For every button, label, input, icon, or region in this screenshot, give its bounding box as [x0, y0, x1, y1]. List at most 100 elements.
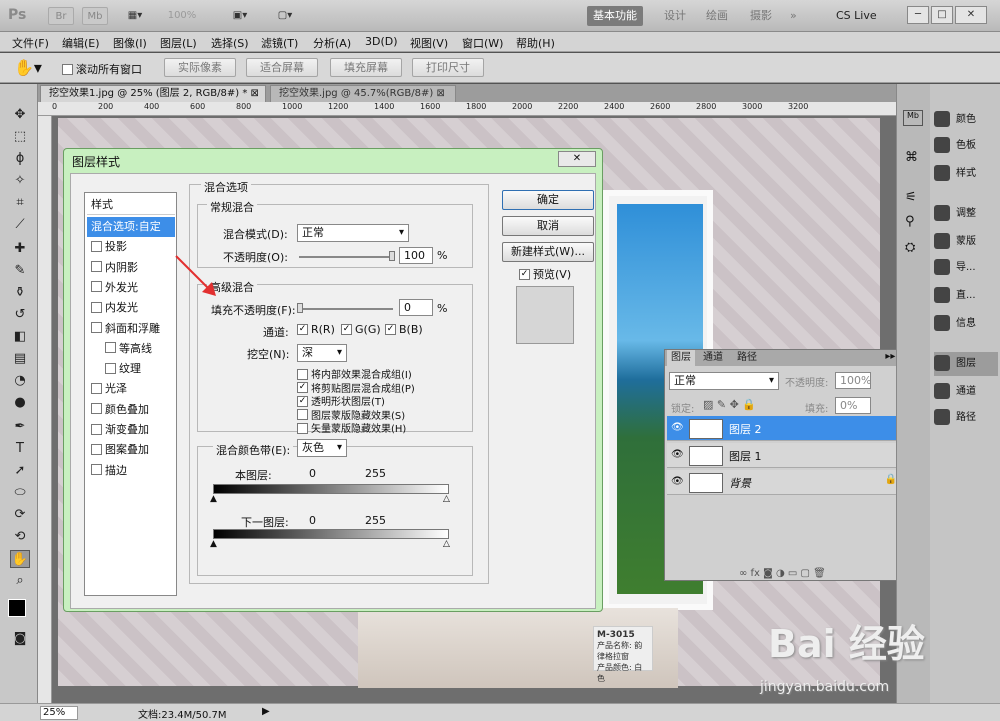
3d-orbit-icon[interactable]: ⟲ — [10, 528, 30, 546]
style-checkbox[interactable] — [91, 443, 102, 455]
history-brush-icon[interactable]: ↺ — [10, 306, 30, 324]
layer-row[interactable]: 👁 图层 1 — [667, 443, 911, 468]
channel-r-checkbox[interactable]: ✓ R(R) — [297, 323, 335, 336]
channel-b-checkbox[interactable]: ✓ B(B) — [385, 323, 423, 336]
style-item[interactable]: 投影 — [87, 237, 175, 257]
layer-opacity-input[interactable]: 100% — [835, 372, 871, 389]
quick-select-tool-icon[interactable]: ✧ — [10, 172, 30, 190]
menu-window[interactable]: 窗口(W) — [462, 35, 503, 51]
fill-opacity-input[interactable]: 0 — [399, 299, 433, 316]
tool-presets-icon[interactable]: ⛭ — [905, 240, 915, 255]
style-item[interactable]: 斜面和浮雕 — [87, 319, 175, 339]
workspace-photography[interactable]: 摄影 — [744, 6, 778, 26]
maximize-button[interactable]: □ — [931, 6, 953, 24]
style-checkbox[interactable] — [91, 240, 102, 252]
fit-screen-button[interactable]: 适合屏幕 — [246, 58, 318, 77]
blur-tool-icon[interactable]: ◔ — [10, 372, 30, 390]
style-checkbox[interactable] — [105, 342, 116, 354]
gradient-tool-icon[interactable]: ▤ — [10, 350, 30, 368]
tab-channels[interactable]: 通道 — [699, 350, 727, 366]
style-checkbox[interactable] — [91, 301, 102, 313]
style-item[interactable]: 渐变叠加 — [87, 420, 175, 440]
style-item[interactable]: 描边 — [87, 461, 175, 481]
preview-checkbox[interactable]: ✓ 预览(V) — [519, 266, 571, 282]
panel-item[interactable]: 直... — [934, 284, 998, 308]
style-checkbox[interactable] — [91, 423, 102, 435]
foreground-color-swatch[interactable] — [8, 599, 26, 617]
zoom-tool-icon[interactable]: ⌕ — [10, 572, 30, 590]
minimize-button[interactable]: ─ — [907, 6, 929, 24]
layers-footer-icons[interactable]: ∞ fx ◙ ◑ ▭ ▢ 🗑 — [739, 568, 826, 579]
bridge-button[interactable]: Br — [48, 7, 74, 25]
panel-item[interactable]: 调整 — [934, 202, 998, 226]
style-checkbox[interactable] — [105, 362, 116, 374]
menu-analysis[interactable]: 分析(A) — [313, 35, 351, 51]
hand-tool-icon[interactable]: ✋▾ — [14, 58, 42, 77]
clone-source-icon[interactable]: ⚲ — [905, 214, 915, 229]
cs-live-button[interactable]: CS Live — [830, 6, 883, 26]
move-tool-icon[interactable]: ✥ — [10, 106, 30, 124]
style-item[interactable]: 外发光 — [87, 278, 175, 298]
menu-filter[interactable]: 滤镜(T) — [261, 35, 298, 51]
zoom-level[interactable]: 100% — [162, 7, 202, 25]
ok-button[interactable]: 确定 — [502, 190, 594, 210]
minibridge-button[interactable]: Mb — [82, 7, 108, 25]
menu-file[interactable]: 文件(F) — [12, 35, 49, 51]
view-extras-icon[interactable]: ▦▾ — [120, 7, 150, 25]
menu-view[interactable]: 视图(V) — [410, 35, 448, 51]
crop-tool-icon[interactable]: ⌗ — [10, 194, 30, 212]
lasso-tool-icon[interactable]: ϕ — [10, 150, 30, 168]
opacity-input[interactable]: 100 — [399, 247, 433, 264]
workspace-more[interactable]: » — [784, 6, 803, 26]
lock-icons[interactable]: ▨ ✎ ✥ 🔒 — [703, 398, 756, 411]
underlying-gradient[interactable] — [213, 529, 449, 539]
this-layer-black-slider[interactable]: ▲ — [210, 494, 217, 504]
menu-select[interactable]: 选择(S) — [211, 35, 249, 51]
layer-fill-input[interactable]: 0% — [835, 397, 871, 414]
menu-help[interactable]: 帮助(H) — [516, 35, 555, 51]
eye-icon[interactable]: 👁 — [671, 422, 684, 434]
style-checkbox[interactable] — [91, 322, 102, 333]
scroll-all-windows-checkbox[interactable]: 滚动所有窗口 — [62, 61, 142, 77]
panel-item[interactable]: 色板 — [934, 134, 998, 158]
screen-mode-icon[interactable]: ▢▾ — [270, 7, 300, 25]
panel-item[interactable]: 蒙版 — [934, 230, 998, 254]
style-item[interactable]: 颜色叠加 — [87, 400, 175, 420]
panel-item[interactable]: 导... — [934, 256, 998, 280]
healing-brush-icon[interactable]: ✚ — [10, 240, 30, 258]
layer-row[interactable]: 👁 背景 🔒 — [667, 470, 911, 495]
eraser-tool-icon[interactable]: ◧ — [10, 328, 30, 346]
style-item[interactable]: 等高线 — [87, 339, 175, 359]
print-size-button[interactable]: 打印尺寸 — [412, 58, 484, 77]
eyedropper-tool-icon[interactable]: ⟋ — [10, 216, 30, 234]
panel-item[interactable]: 通道 — [934, 380, 998, 404]
panel-item[interactable]: 颜色 — [934, 108, 998, 132]
tab-paths[interactable]: 路径 — [733, 350, 761, 366]
eye-icon[interactable]: 👁 — [671, 476, 684, 488]
3d-rotate-icon[interactable]: ⟳ — [10, 506, 30, 524]
tab-document-2[interactable]: 挖空效果.jpg @ 45.7%(RGB/8#) ⊠ — [270, 85, 456, 102]
quick-mask-icon[interactable]: ◙ — [10, 630, 30, 648]
advanced-option-checkbox[interactable]: 矢量蒙版隐藏效果(H) — [297, 420, 406, 435]
shape-tool-icon[interactable]: ⬭ — [10, 484, 30, 502]
channel-g-checkbox[interactable]: ✓ G(G) — [341, 323, 381, 336]
fill-screen-button[interactable]: 填充屏幕 — [330, 58, 402, 77]
style-item[interactable]: 内发光 — [87, 298, 175, 318]
menu-layer[interactable]: 图层(L) — [160, 35, 197, 51]
style-checkbox[interactable] — [91, 464, 102, 476]
opacity-slider-knob[interactable] — [389, 251, 395, 261]
actual-pixels-button[interactable]: 实际像素 — [164, 58, 236, 77]
layer-row[interactable]: 👁 图层 2 — [667, 416, 911, 441]
dialog-close-button[interactable]: ✕ — [558, 151, 596, 167]
brush-presets-icon[interactable]: ⚟ — [905, 190, 917, 205]
path-select-icon[interactable]: ➚ — [10, 462, 30, 480]
style-item[interactable]: 纹理 — [87, 359, 175, 379]
panel-item[interactable]: 路径 — [934, 406, 998, 430]
tab-document-1[interactable]: 挖空效果1.jpg @ 25% (图层 2, RGB/8#) * ⊠ — [40, 85, 266, 102]
marquee-tool-icon[interactable]: ⬚ — [10, 128, 30, 146]
close-button[interactable]: ✕ — [955, 6, 987, 24]
layer-blend-mode-select[interactable]: 正常 — [669, 372, 779, 390]
blend-if-select[interactable]: 灰色 — [297, 439, 347, 457]
brush-tool-icon[interactable]: ✎ — [10, 262, 30, 280]
knockout-select[interactable]: 深 — [297, 344, 347, 362]
